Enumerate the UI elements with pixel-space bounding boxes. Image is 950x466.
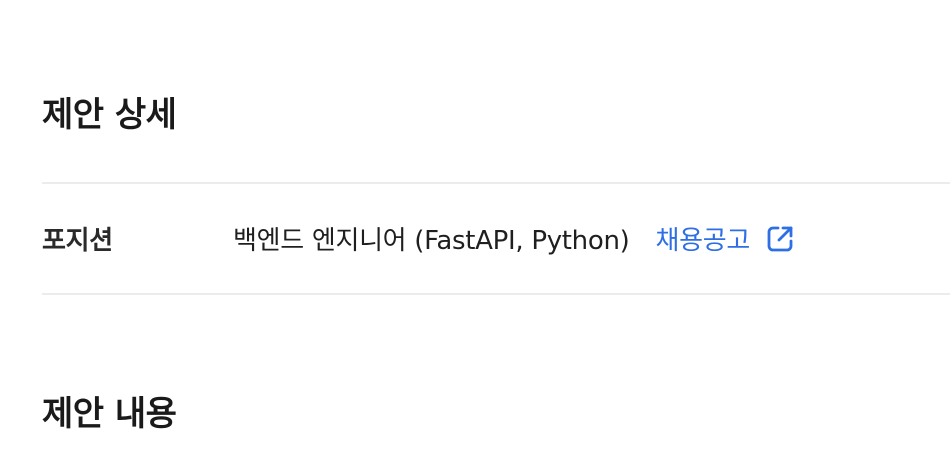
proposal-detail-table: 포지션 백엔드 엔지니어 (FastAPI, Python) 채용공고 (42, 182, 950, 295)
job-posting-link[interactable]: 채용공고 (655, 220, 795, 257)
position-value-group: 백엔드 엔지니어 (FastAPI, Python) 채용공고 (233, 220, 796, 257)
detail-row-position: 포지션 백엔드 엔지니어 (FastAPI, Python) 채용공고 (42, 184, 950, 293)
job-posting-link-label: 채용공고 (655, 226, 750, 256)
external-link-icon (764, 223, 796, 255)
proposal-content-title: 제안 내용 (42, 394, 177, 434)
position-value: 백엔드 엔지니어 (FastAPI, Python) (233, 226, 630, 256)
position-label: 포지션 (42, 226, 113, 256)
proposal-detail-title: 제안 상세 (42, 95, 177, 135)
divider-bottom (42, 293, 950, 295)
